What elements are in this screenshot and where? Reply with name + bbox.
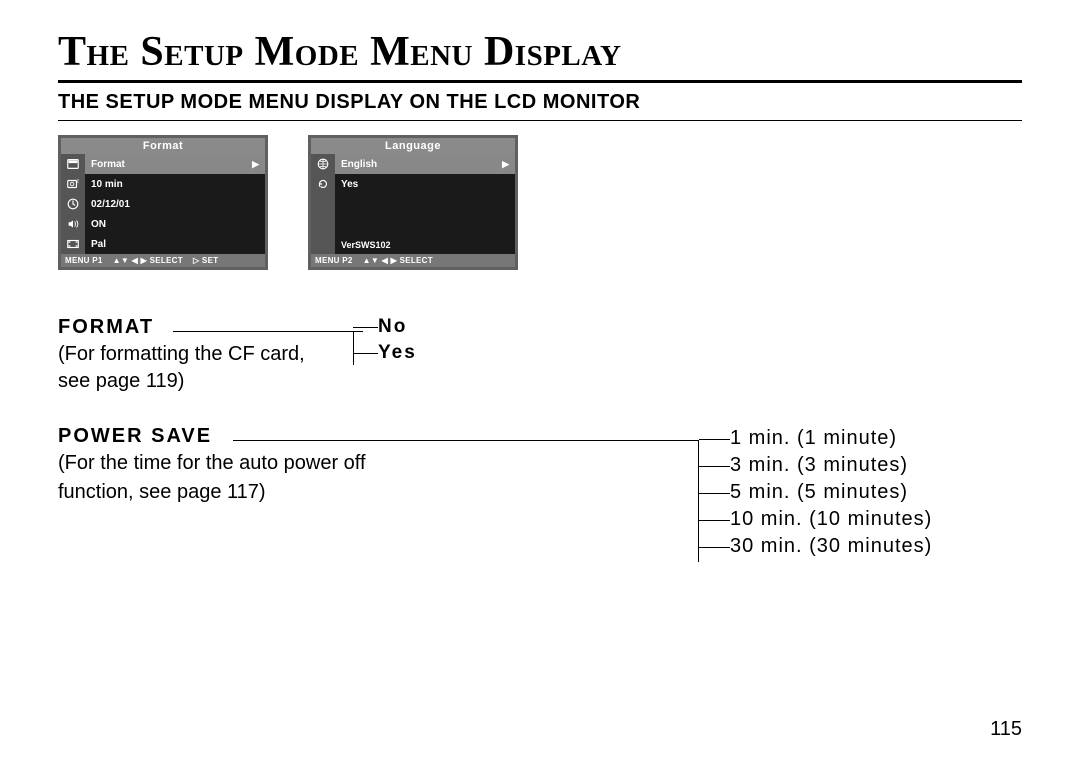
power-save-options: 1 min. (1 minute) 3 min. (3 minutes) 5 m… — [730, 427, 932, 562]
subtitle-rule — [58, 120, 1022, 121]
connector-vline — [698, 440, 699, 562]
format-option-yes: Yes — [378, 342, 417, 368]
lcd1-item-format: Format▶ — [85, 154, 265, 174]
blank-icon — [311, 194, 335, 214]
lcd1-header: Format — [61, 138, 265, 154]
svg-text:z: z — [77, 178, 80, 184]
title-rule — [58, 80, 1022, 83]
lcd-screenshot-1: Format z Format▶ 10 min 02/12/01 ON Pal — [58, 135, 268, 270]
lcd1-item-on: ON — [85, 214, 265, 234]
format-option-no: No — [378, 316, 417, 342]
ps-option-1min: 1 min. (1 minute) — [730, 427, 932, 454]
clock-icon — [61, 194, 85, 214]
lcd2-footer: MENU P2 ▲▼ ◀ ▶ SELECT — [311, 254, 515, 267]
globe-icon — [311, 154, 335, 174]
lcd-row: Format z Format▶ 10 min 02/12/01 ON Pal — [58, 135, 1022, 270]
ps-option-5min: 5 min. (5 minutes) — [730, 481, 932, 508]
blank-icon — [311, 214, 335, 234]
format-options: No Yes — [378, 316, 417, 368]
connector-line — [173, 331, 363, 332]
lcd2-blank — [335, 214, 515, 234]
lcd2-item-english: English▶ — [335, 154, 515, 174]
lcd1-item-pal: Pal — [85, 234, 265, 254]
power-save-heading: POWER SAVE — [58, 425, 212, 448]
lcd1-footer: MENU P1 ▲▼ ◀ ▶ SELECT ▷ SET — [61, 254, 265, 267]
lcd2-item-yes: Yes — [335, 174, 515, 194]
blank-icon — [311, 234, 335, 254]
ps-option-10min: 10 min. (10 minutes) — [730, 508, 932, 535]
ps-option-30min: 30 min. (30 minutes) — [730, 535, 932, 562]
lcd2-version: VerSWS102 — [335, 234, 515, 250]
lcd1-item-10min: 10 min — [85, 174, 265, 194]
reset-icon — [311, 174, 335, 194]
page-number: 115 — [990, 718, 1022, 741]
power-icon: z — [61, 174, 85, 194]
section-subtitle: THE SETUP MODE MENU DISPLAY ON THE LCD M… — [58, 91, 1022, 114]
sound-icon — [61, 214, 85, 234]
connector-vline — [353, 331, 354, 365]
lcd2-blank — [335, 194, 515, 214]
lcd-screenshot-2: Language English▶ Yes VerSWS102 — [308, 135, 518, 270]
power-save-section: POWER SAVE (For the time for the auto po… — [58, 425, 1022, 506]
page-title: The Setup Mode Menu Display — [58, 28, 1022, 76]
format-desc: (For formatting the CF card, see page 11… — [58, 341, 338, 395]
power-save-desc1: (For the time for the auto power off — [58, 450, 458, 477]
format-heading: FORMAT — [58, 316, 154, 339]
power-save-desc2: function, see page 117) — [58, 479, 458, 506]
format-icon — [61, 154, 85, 174]
format-section: FORMAT (For formatting the CF card, see … — [58, 316, 1022, 395]
ps-option-3min: 3 min. (3 minutes) — [730, 454, 932, 481]
video-icon — [61, 234, 85, 254]
lcd2-header: Language — [311, 138, 515, 154]
connector-line — [233, 440, 698, 441]
lcd1-item-date: 02/12/01 — [85, 194, 265, 214]
